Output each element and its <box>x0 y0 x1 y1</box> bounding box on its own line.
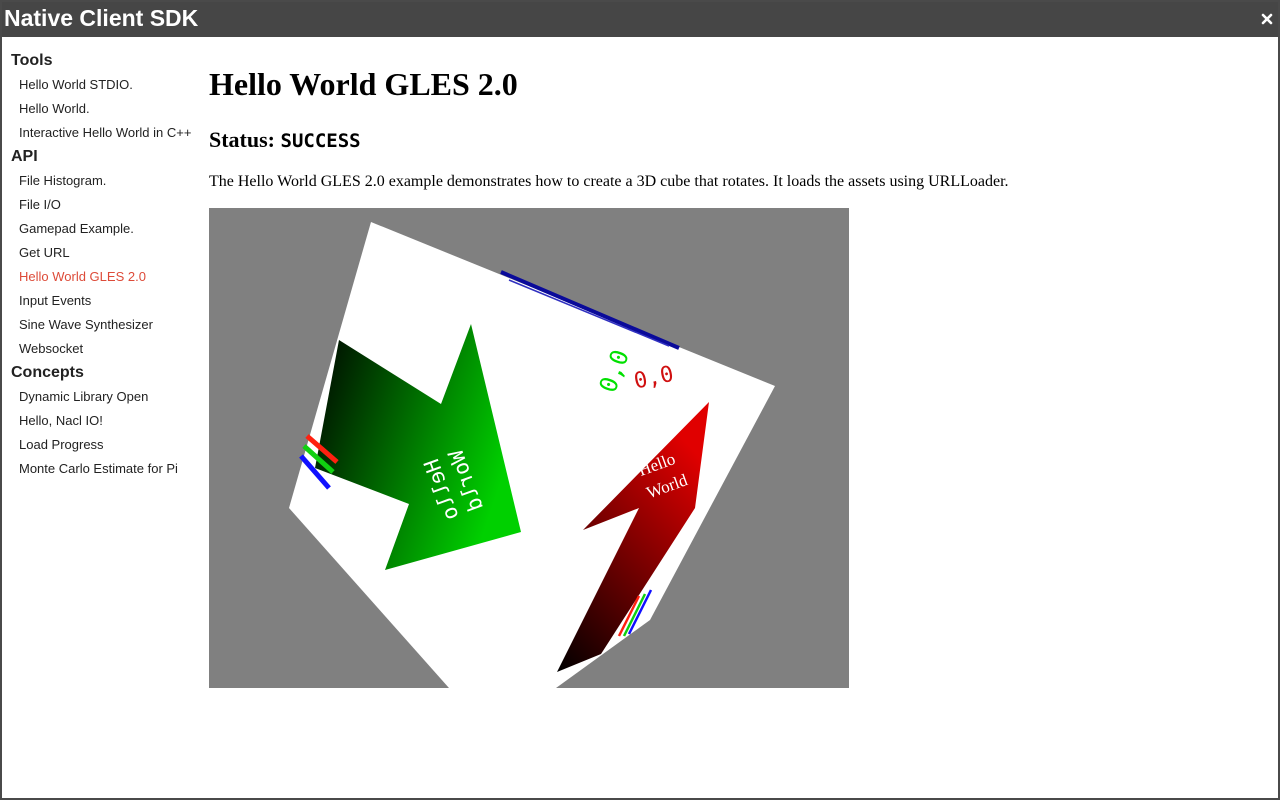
sidebar-item[interactable]: Interactive Hello World in C++ <box>9 121 201 145</box>
app-window: Native Client SDK Tools Hello World STDIO… <box>0 0 1280 800</box>
sidebar-item[interactable]: File I/O <box>9 193 201 217</box>
sidebar-item[interactable]: Hello World. <box>9 97 201 121</box>
sidebar-section-heading: Concepts <box>11 364 84 381</box>
sidebar-item[interactable]: Hello World STDIO. <box>9 73 201 97</box>
title-bar: Native Client SDK <box>2 2 1278 37</box>
sidebar-item[interactable]: Hello World GLES 2.0 <box>9 265 201 289</box>
status-label: Status: <box>209 127 281 152</box>
close-button[interactable] <box>1258 10 1276 28</box>
sidebar-item[interactable]: Gamepad Example. <box>9 217 201 241</box>
sidebar-item[interactable]: File Histogram. <box>9 169 201 193</box>
sidebar-item[interactable]: Dynamic Library Open <box>9 385 201 409</box>
sidebar-section-heading: Tools <box>11 52 53 69</box>
description-text: The Hello World GLES 2.0 example demonst… <box>209 173 1009 190</box>
app-title: Native Client SDK <box>4 5 199 31</box>
sidebar-nav: Tools Hello World STDIO. Hello World. Inter… <box>9 49 201 481</box>
sidebar-item[interactable]: Monte Carlo Estimate for Pi <box>9 457 201 481</box>
rotating-cube-render: Hello World Hello World 0,0 0,0 <box>289 222 775 688</box>
sidebar-item[interactable]: Get URL <box>9 241 201 265</box>
status-value: SUCCESS <box>280 130 361 152</box>
close-icon <box>1261 13 1273 25</box>
sidebar-item[interactable]: Load Progress <box>9 433 201 457</box>
gles-canvas[interactable]: Hello World Hello World 0,0 0,0 <box>209 208 849 688</box>
sidebar-item[interactable]: Websocket <box>9 337 201 361</box>
main-content: Hello World GLES 2.0 Status: SUCCESS The… <box>209 64 1259 688</box>
sidebar-item[interactable]: Sine Wave Synthesizer <box>9 313 201 337</box>
page-title: Hello World GLES 2.0 <box>209 66 518 102</box>
sidebar-item[interactable]: Input Events <box>9 289 201 313</box>
status-line: Status: SUCCESS <box>209 126 361 155</box>
sidebar-item[interactable]: Hello, Nacl IO! <box>9 409 201 433</box>
sidebar-section-heading: API <box>11 148 38 165</box>
